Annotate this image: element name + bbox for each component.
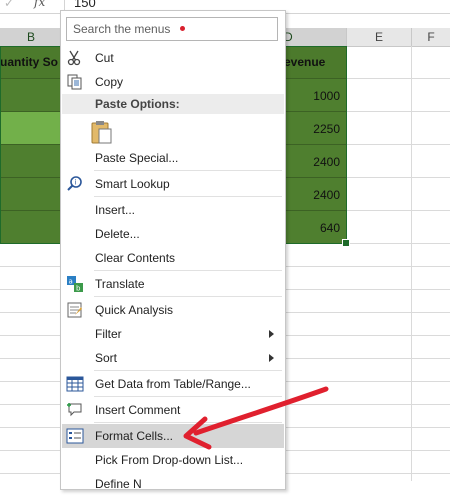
menu-separator	[94, 296, 282, 297]
menu-label: Format Cells...	[95, 429, 174, 443]
menu-item-pick-from-dropdown[interactable]: Pick From Drop-down List...	[62, 448, 284, 472]
menu-separator	[94, 196, 282, 197]
menu-label: Clear Contents	[95, 251, 176, 265]
menu-item-copy[interactable]: Copy	[62, 70, 284, 94]
menu-item-smart-lookup[interactable]: i Smart Lookup	[62, 172, 284, 196]
menu-label: Pick From Drop-down List...	[95, 453, 244, 467]
menu-label: Get Data from Table/Range...	[95, 377, 251, 391]
menu-item-quick-analysis[interactable]: Quick Analysis	[62, 298, 284, 322]
menu-item-insert-comment[interactable]: Insert Comment	[62, 398, 284, 422]
menu-item-insert[interactable]: Insert...	[62, 198, 284, 222]
menu-item-filter[interactable]: Filter	[62, 322, 284, 346]
translate-icon: ab	[66, 275, 84, 293]
fill-handle[interactable]	[342, 239, 350, 247]
menu-label: Sort	[95, 351, 118, 365]
menu-item-get-data[interactable]: Get Data from Table/Range...	[62, 372, 284, 396]
menu-label: Filter	[95, 327, 122, 341]
svg-text:b: b	[76, 285, 81, 293]
menu-separator	[94, 170, 282, 171]
menu-item-paste-special[interactable]: Paste Special...	[62, 146, 284, 170]
quick-analysis-icon	[66, 301, 84, 319]
menu-label: Translate	[95, 277, 145, 291]
format-cells-icon	[66, 427, 84, 445]
menu-item-sort[interactable]: Sort	[62, 346, 284, 370]
menu-separator	[94, 370, 282, 371]
paste-options-header: Paste Options:	[62, 94, 284, 114]
column-header-e[interactable]: E	[347, 28, 412, 47]
column-header-d[interactable]: D	[284, 28, 347, 47]
menu-separator	[94, 270, 282, 271]
table-grid-icon	[66, 375, 84, 393]
menu-separator	[94, 396, 282, 397]
menu-label: Cut	[95, 51, 114, 65]
menu-label: Insert Comment	[95, 403, 181, 417]
check-icon[interactable]: ✓	[4, 0, 14, 10]
submenu-arrow-icon	[269, 354, 274, 362]
svg-text:i: i	[75, 179, 77, 187]
column-header-b[interactable]: B	[0, 28, 63, 47]
menu-separator	[94, 422, 282, 423]
column-letter: B	[26, 30, 35, 44]
menu-label: Smart Lookup	[95, 177, 170, 191]
menu-item-delete[interactable]: Delete...	[62, 222, 284, 246]
copy-icon	[66, 73, 84, 91]
menu-item-define-name[interactable]: Define N	[62, 472, 284, 496]
menu-label: Paste Special...	[95, 151, 179, 165]
menu-label: Quick Analysis	[95, 303, 174, 317]
column-letter: F	[427, 30, 435, 44]
column-header-f[interactable]: F	[412, 28, 450, 47]
svg-text:a: a	[69, 278, 73, 286]
paste-clipboard-icon[interactable]	[91, 119, 113, 145]
menu-item-cut[interactable]: Cut	[62, 46, 284, 70]
context-menu: Cut Copy Paste Options: Paste Special...…	[60, 10, 286, 491]
menu-label: Delete...	[95, 227, 140, 241]
menu-label: Paste Options:	[95, 97, 180, 111]
submenu-arrow-icon	[269, 330, 274, 338]
smart-lookup-icon: i	[66, 175, 84, 193]
formula-value[interactable]: 150	[74, 0, 96, 10]
column-letter: E	[374, 30, 383, 44]
comment-icon	[66, 401, 84, 419]
scissors-icon	[66, 49, 84, 67]
menu-item-clear-contents[interactable]: Clear Contents	[62, 246, 284, 270]
menu-label: Insert...	[95, 203, 136, 217]
menu-label: Copy	[95, 75, 124, 89]
fx-icon[interactable]: fx	[34, 0, 45, 9]
menu-item-translate[interactable]: ab Translate	[62, 272, 284, 296]
menu-search-input[interactable]	[73, 21, 253, 36]
menu-search-box[interactable]	[66, 17, 278, 41]
menu-label: Define N	[95, 477, 142, 491]
search-cursor-dot	[180, 26, 185, 31]
menu-item-format-cells[interactable]: Format Cells...	[62, 424, 284, 448]
